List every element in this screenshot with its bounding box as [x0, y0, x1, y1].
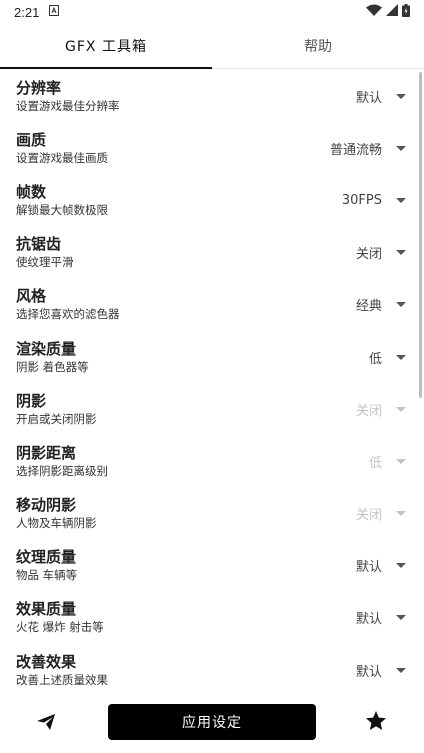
setting-value: 默认 — [355, 664, 382, 680]
setting-text: 帧数 解锁最大帧数极限 — [16, 183, 322, 218]
setting-value: 低 — [368, 351, 382, 367]
dropdown-arrow-icon — [396, 406, 406, 412]
dropdown-arrow-icon — [396, 250, 406, 256]
settings-list: 分辨率 设置游戏最佳分辨率 默认 画质 设置游戏最佳画质 普通流畅 帧数 解锁最大帧数极限 30… — [0, 70, 424, 692]
setting-subtitle: 设置游戏最佳画质 — [16, 150, 108, 165]
setting-row[interactable]: 渲染质量 阴影 着色器等 低 — [0, 331, 424, 383]
scrollbar[interactable] — [419, 72, 422, 398]
setting-subtitle: 阴影 着色器等 — [16, 359, 89, 374]
setting-row[interactable]: 风格 选择您喜欢的滤色器 经典 — [0, 279, 424, 331]
setting-subtitle: 人物及车辆阴影 — [16, 516, 97, 531]
setting-row[interactable]: 画质 设置游戏最佳画质 普通流畅 — [0, 122, 424, 174]
setting-dropdown[interactable]: 默认 — [322, 87, 406, 106]
setting-subtitle: 使纹理平滑 — [16, 255, 74, 270]
dropdown-arrow-icon — [396, 197, 406, 203]
setting-title: 帧数 — [16, 182, 47, 201]
setting-title: 效果质量 — [16, 600, 77, 619]
dropdown-arrow-icon — [396, 145, 406, 151]
setting-text: 画质 设置游戏最佳画质 — [16, 131, 322, 166]
setting-subtitle: 解锁最大帧数极限 — [16, 202, 108, 217]
setting-value: 关闭 — [355, 403, 382, 419]
dropdown-arrow-icon — [396, 615, 406, 621]
setting-dropdown: 低 — [322, 452, 406, 471]
setting-dropdown[interactable]: 默认 — [322, 608, 406, 627]
tab-gfx-tools[interactable]: GFX 工具箱 — [0, 24, 212, 69]
setting-title: 风格 — [16, 287, 47, 306]
setting-row[interactable]: 纹理质量 物品 车辆等 默认 — [0, 540, 424, 592]
setting-dropdown: 关闭 — [322, 400, 406, 419]
setting-subtitle: 设置游戏最佳分辨率 — [16, 98, 120, 113]
setting-subtitle: 选择阴影距离级别 — [16, 463, 108, 478]
setting-text: 移动阴影 人物及车辆阴影 — [16, 496, 322, 531]
setting-text: 风格 选择您喜欢的滤色器 — [16, 287, 322, 322]
setting-row[interactable]: 分辨率 设置游戏最佳分辨率 默认 — [0, 70, 424, 122]
setting-row[interactable]: 效果质量 火花 爆炸 射击等 默认 — [0, 592, 424, 644]
setting-dropdown[interactable]: 默认 — [322, 556, 406, 575]
setting-value: 关闭 — [355, 247, 382, 263]
dropdown-arrow-icon — [396, 354, 406, 360]
setting-row[interactable]: 帧数 解锁最大帧数极限 30FPS — [0, 174, 424, 226]
setting-dropdown[interactable]: 经典 — [322, 295, 406, 314]
bottom-bar: 应用设定 — [0, 698, 424, 746]
setting-subtitle: 物品 车辆等 — [16, 568, 78, 583]
setting-title: 阴影距离 — [16, 443, 77, 462]
setting-subtitle: 开启或关闭阴影 — [16, 411, 97, 426]
battery-icon — [402, 3, 410, 21]
setting-title: 移动阴影 — [16, 496, 77, 515]
setting-dropdown[interactable]: 普通流畅 — [322, 139, 406, 158]
setting-title: 抗锯齿 — [16, 235, 62, 254]
dropdown-arrow-icon — [396, 302, 406, 308]
setting-title: 纹理质量 — [16, 548, 77, 567]
setting-dropdown[interactable]: 默认 — [322, 661, 406, 680]
setting-text: 改善效果 改善上述质量效果 — [16, 653, 322, 688]
setting-value: 30FPS — [341, 192, 382, 208]
star-icon[interactable] — [364, 709, 388, 733]
setting-value: 低 — [368, 455, 382, 471]
tab-help[interactable]: 帮助 — [212, 24, 424, 68]
setting-title: 改善效果 — [16, 652, 77, 671]
setting-dropdown[interactable]: 30FPS — [322, 193, 406, 208]
setting-value: 普通流畅 — [329, 142, 382, 158]
setting-text: 阴影 开启或关闭阴影 — [16, 392, 322, 427]
setting-text: 阴影距离 选择阴影距离级别 — [16, 444, 322, 479]
setting-title: 画质 — [16, 130, 47, 149]
setting-value: 关闭 — [355, 508, 382, 524]
setting-dropdown[interactable]: 关闭 — [322, 243, 406, 262]
send-icon[interactable] — [34, 710, 58, 734]
setting-title: 分辨率 — [16, 78, 62, 97]
setting-row[interactable]: 改善效果 改善上述质量效果 默认 — [0, 644, 424, 692]
setting-dropdown[interactable]: 低 — [322, 348, 406, 367]
setting-text: 效果质量 火花 爆炸 射击等 — [16, 600, 322, 635]
setting-value: 默认 — [355, 90, 382, 106]
wifi-icon — [366, 4, 382, 20]
dropdown-arrow-icon — [396, 511, 406, 517]
setting-text: 分辨率 设置游戏最佳分辨率 — [16, 79, 322, 114]
signal-icon — [386, 4, 398, 20]
setting-text: 抗锯齿 使纹理平滑 — [16, 235, 322, 270]
status-time: 2:21 — [14, 4, 40, 20]
apply-settings-button[interactable]: 应用设定 — [108, 704, 316, 740]
setting-value: 默认 — [355, 612, 382, 628]
setting-value: 经典 — [355, 299, 382, 315]
setting-dropdown: 关闭 — [322, 504, 406, 523]
setting-row[interactable]: 阴影 开启或关闭阴影 关闭 — [0, 383, 424, 435]
setting-text: 渲染质量 阴影 着色器等 — [16, 340, 322, 375]
dropdown-arrow-icon — [396, 93, 406, 99]
setting-row[interactable]: 抗锯齿 使纹理平滑 关闭 — [0, 227, 424, 279]
setting-title: 渲染质量 — [16, 339, 77, 358]
dropdown-arrow-icon — [396, 667, 406, 673]
dropdown-arrow-icon — [396, 563, 406, 569]
setting-subtitle: 选择您喜欢的滤色器 — [16, 307, 120, 322]
setting-text: 纹理质量 物品 车辆等 — [16, 548, 322, 583]
dropdown-arrow-icon — [396, 458, 406, 464]
setting-row[interactable]: 移动阴影 人物及车辆阴影 关闭 — [0, 488, 424, 540]
tab-bar: GFX 工具箱 帮助 — [0, 24, 424, 69]
setting-value: 默认 — [355, 560, 382, 576]
setting-row[interactable]: 阴影距离 选择阴影距离级别 低 — [0, 435, 424, 487]
setting-subtitle: 改善上述质量效果 — [16, 672, 108, 687]
setting-title: 阴影 — [16, 391, 47, 410]
status-bar: 2:21 — [0, 0, 424, 24]
notification-icon — [49, 4, 60, 20]
setting-subtitle: 火花 爆炸 射击等 — [16, 620, 104, 635]
